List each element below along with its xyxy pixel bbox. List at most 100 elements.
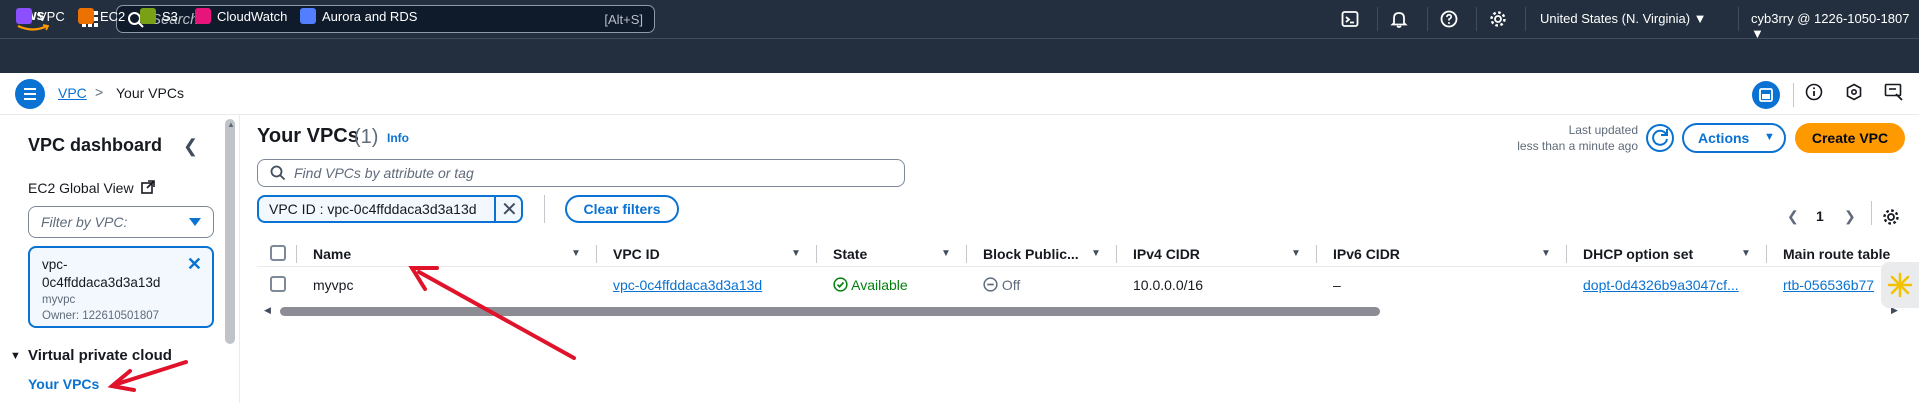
divider (1871, 201, 1872, 225)
breadcrumb-vpc-link[interactable]: VPC (58, 85, 87, 101)
amazon-q-assistant-button[interactable] (1881, 262, 1919, 308)
column-divider (296, 245, 297, 263)
info-link[interactable]: Info (387, 131, 409, 145)
divider (1427, 7, 1428, 31)
column-divider (966, 245, 967, 263)
column-header-vpc-id[interactable]: VPC ID (613, 246, 660, 262)
off-status-icon (983, 277, 998, 292)
refresh-icon (1652, 129, 1668, 146)
column-header-ipv6-cidr[interactable]: IPv6 CIDR (1333, 246, 1400, 262)
column-header-ipv4-cidr[interactable]: IPv4 CIDR (1133, 246, 1200, 262)
cell-vpc-id-link[interactable]: vpc-0c4ffddaca3d3a13d (613, 277, 762, 293)
notifications-bell-icon[interactable] (1390, 10, 1408, 28)
navigation-menu-button[interactable] (15, 79, 45, 109)
sidebar-section-virtual-private-cloud[interactable]: Virtual private cloud (28, 347, 172, 364)
last-updated-label: Last updated (1568, 123, 1638, 137)
row-select-checkbox[interactable] (270, 276, 286, 292)
external-link-icon (141, 180, 156, 194)
column-header-block-public[interactable]: Block Public... (983, 246, 1079, 262)
section-expanded-caret-icon[interactable]: ▼ (10, 350, 21, 362)
close-sidebar-chevron-left-icon[interactable]: ❮ (183, 136, 198, 157)
actions-label: Actions (1698, 130, 1750, 146)
favorite-s3[interactable]: S3 (140, 8, 178, 24)
scroll-left-arrow-icon[interactable]: ◀ (264, 305, 271, 316)
sort-caret-icon[interactable]: ▼ (571, 248, 581, 259)
divider (1793, 83, 1794, 107)
caret-down-icon (189, 218, 201, 226)
cell-state: Available (833, 277, 908, 293)
favorite-label: VPC (38, 8, 65, 24)
divider (1738, 7, 1739, 31)
vpc-service-icon (16, 8, 32, 24)
table-preferences-gear-icon[interactable] (1882, 208, 1900, 226)
ec2-global-view-label: EC2 Global View (28, 180, 134, 196)
sort-caret-icon[interactable]: ▼ (1741, 248, 1751, 259)
sort-caret-icon[interactable]: ▼ (1541, 248, 1551, 259)
feedback-icon[interactable] (1884, 83, 1904, 101)
dismiss-filter-close-icon[interactable]: ✕ (501, 197, 518, 222)
selected-vpc-token: vpc- 0c4ffddaca3d3a13d myvpc Owner: 1226… (28, 246, 214, 328)
sort-caret-icon[interactable]: ▼ (941, 248, 951, 259)
sort-caret-icon[interactable]: ▼ (791, 248, 801, 259)
next-page-chevron-right-icon[interactable]: ❯ (1844, 208, 1856, 225)
column-header-main-route-table[interactable]: Main route table (1783, 246, 1890, 262)
favorite-label: Aurora and RDS (322, 8, 418, 24)
refresh-button[interactable] (1646, 124, 1674, 152)
sidebar-scrollbar[interactable] (225, 119, 235, 344)
favorite-ec2[interactable]: EC2 (78, 8, 125, 24)
filter-by-vpc-select[interactable]: Filter by VPC: (28, 206, 214, 238)
ec2-service-icon (78, 8, 94, 24)
cloudshell-icon[interactable] (1341, 10, 1359, 28)
sidebar-item-your-vpcs[interactable]: Your VPCs (28, 376, 99, 392)
sort-caret-icon[interactable]: ▼ (1091, 248, 1101, 259)
create-vpc-button[interactable]: Create VPC (1795, 123, 1905, 153)
select-all-checkbox[interactable] (270, 245, 286, 261)
column-header-name[interactable]: Name (313, 246, 351, 262)
search-shortcut: [Alt+S] (604, 12, 643, 27)
divider (544, 195, 545, 223)
actions-dropdown-button[interactable]: Actions ▼ (1682, 123, 1786, 153)
settings-gear-icon[interactable] (1489, 10, 1507, 28)
table-horizontal-scrollbar[interactable] (280, 307, 1380, 316)
column-divider (1116, 245, 1117, 263)
column-header-dhcp-option-set[interactable]: DHCP option set (1583, 246, 1693, 262)
breadcrumb-current: Your VPCs (116, 85, 184, 101)
filter-placeholder: Filter by VPC: (41, 214, 128, 230)
previous-page-chevron-left-icon[interactable]: ❮ (1787, 208, 1799, 225)
scroll-up-arrow-icon[interactable]: ▲ (227, 120, 235, 129)
s3-service-icon (140, 8, 156, 24)
sort-caret-icon[interactable]: ▼ (1291, 248, 1301, 259)
clear-filters-button[interactable]: Clear filters (565, 195, 679, 223)
vpc-count: (1) (354, 126, 379, 148)
divider (494, 197, 496, 221)
cell-ipv4-cidr: 10.0.0.0/16 (1133, 277, 1204, 293)
caret-down-icon: ▼ (1764, 131, 1775, 143)
account-menu[interactable]: cyb3rry @ 1226-1050-1807 ▼ (1751, 11, 1919, 41)
divider (1525, 7, 1526, 31)
annotation-arrowhead (408, 266, 439, 291)
last-updated-value: less than a minute ago (1517, 139, 1638, 153)
favorite-cloudwatch[interactable]: CloudWatch (195, 8, 287, 24)
region-label: United States (N. Virginia) (1540, 11, 1691, 26)
cell-main-route-table-link[interactable]: rtb-056536b77 (1783, 277, 1874, 293)
help-icon[interactable] (1440, 10, 1458, 28)
region-selector[interactable]: United States (N. Virginia) ▼ (1540, 11, 1707, 26)
security-hexagon-icon[interactable] (1845, 83, 1863, 101)
cell-name: myvpc (313, 277, 354, 293)
search-icon (270, 165, 286, 181)
remove-filter-close-icon[interactable]: ✕ (187, 254, 202, 275)
page-number-1[interactable]: 1 (1816, 208, 1824, 224)
cell-dhcp-option-set-link[interactable]: dopt-0d4326b9a3047cf... (1583, 277, 1739, 293)
favorites-bar (0, 38, 1919, 73)
account-label: cyb3rry @ 1226-1050-1807 (1751, 11, 1910, 26)
info-panel-icon[interactable] (1805, 83, 1823, 101)
column-divider (1316, 245, 1317, 263)
favorite-vpc[interactable]: VPC (16, 8, 65, 24)
page-layout-icon[interactable] (1752, 81, 1780, 109)
find-vpcs-input[interactable]: Find VPCs by attribute or tag (257, 159, 905, 187)
favorite-aurora-rds[interactable]: Aurora and RDS (300, 8, 417, 24)
column-header-state[interactable]: State (833, 246, 867, 262)
rds-service-icon (300, 8, 316, 24)
divider (1377, 7, 1378, 31)
ec2-global-view-link[interactable]: EC2 Global View (28, 180, 156, 196)
